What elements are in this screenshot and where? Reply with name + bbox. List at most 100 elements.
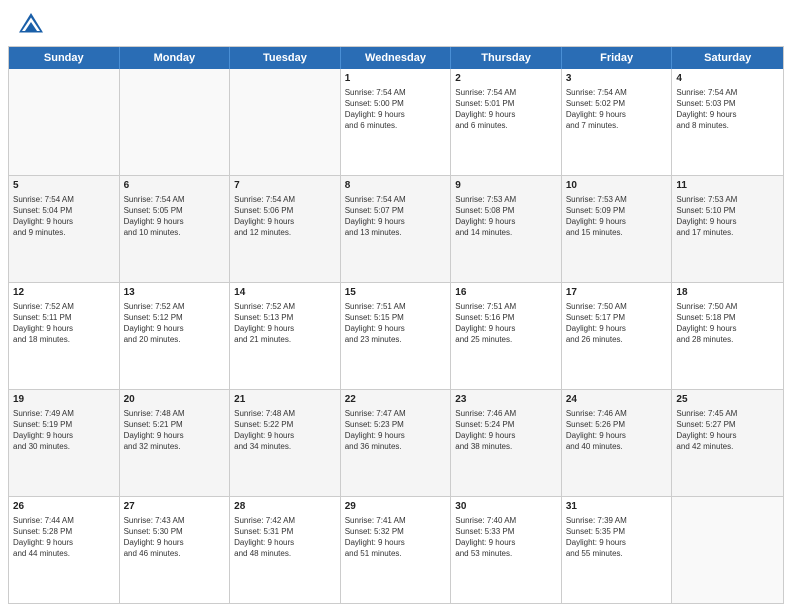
weekday-header-sunday: Sunday — [9, 47, 120, 69]
day-info-19: Sunrise: 7:49 AM Sunset: 5:19 PM Dayligh… — [13, 408, 115, 453]
calendar-header: SundayMondayTuesdayWednesdayThursdayFrid… — [9, 47, 783, 69]
day-cell-10: 10Sunrise: 7:53 AM Sunset: 5:09 PM Dayli… — [562, 176, 673, 282]
day-info-22: Sunrise: 7:47 AM Sunset: 5:23 PM Dayligh… — [345, 408, 447, 453]
logo-icon — [16, 10, 46, 40]
day-info-12: Sunrise: 7:52 AM Sunset: 5:11 PM Dayligh… — [13, 301, 115, 346]
day-info-30: Sunrise: 7:40 AM Sunset: 5:33 PM Dayligh… — [455, 515, 557, 560]
page: SundayMondayTuesdayWednesdayThursdayFrid… — [0, 0, 792, 612]
day-info-24: Sunrise: 7:46 AM Sunset: 5:26 PM Dayligh… — [566, 408, 668, 453]
empty-cell-0-1 — [120, 69, 231, 175]
day-cell-15: 15Sunrise: 7:51 AM Sunset: 5:15 PM Dayli… — [341, 283, 452, 389]
day-cell-23: 23Sunrise: 7:46 AM Sunset: 5:24 PM Dayli… — [451, 390, 562, 496]
day-info-28: Sunrise: 7:42 AM Sunset: 5:31 PM Dayligh… — [234, 515, 336, 560]
day-number-28: 28 — [234, 500, 336, 514]
day-cell-26: 26Sunrise: 7:44 AM Sunset: 5:28 PM Dayli… — [9, 497, 120, 603]
day-info-6: Sunrise: 7:54 AM Sunset: 5:05 PM Dayligh… — [124, 194, 226, 239]
day-info-18: Sunrise: 7:50 AM Sunset: 5:18 PM Dayligh… — [676, 301, 779, 346]
day-cell-24: 24Sunrise: 7:46 AM Sunset: 5:26 PM Dayli… — [562, 390, 673, 496]
day-number-29: 29 — [345, 500, 447, 514]
weekday-header-thursday: Thursday — [451, 47, 562, 69]
day-number-22: 22 — [345, 393, 447, 407]
empty-cell-0-2 — [230, 69, 341, 175]
day-number-15: 15 — [345, 286, 447, 300]
day-cell-21: 21Sunrise: 7:48 AM Sunset: 5:22 PM Dayli… — [230, 390, 341, 496]
day-info-1: Sunrise: 7:54 AM Sunset: 5:00 PM Dayligh… — [345, 87, 447, 132]
day-number-14: 14 — [234, 286, 336, 300]
day-number-25: 25 — [676, 393, 779, 407]
day-info-8: Sunrise: 7:54 AM Sunset: 5:07 PM Dayligh… — [345, 194, 447, 239]
day-number-30: 30 — [455, 500, 557, 514]
day-info-15: Sunrise: 7:51 AM Sunset: 5:15 PM Dayligh… — [345, 301, 447, 346]
day-info-10: Sunrise: 7:53 AM Sunset: 5:09 PM Dayligh… — [566, 194, 668, 239]
calendar-row-4: 19Sunrise: 7:49 AM Sunset: 5:19 PM Dayli… — [9, 390, 783, 497]
day-number-31: 31 — [566, 500, 668, 514]
day-number-21: 21 — [234, 393, 336, 407]
day-cell-9: 9Sunrise: 7:53 AM Sunset: 5:08 PM Daylig… — [451, 176, 562, 282]
day-cell-16: 16Sunrise: 7:51 AM Sunset: 5:16 PM Dayli… — [451, 283, 562, 389]
day-cell-29: 29Sunrise: 7:41 AM Sunset: 5:32 PM Dayli… — [341, 497, 452, 603]
day-number-6: 6 — [124, 179, 226, 193]
day-cell-25: 25Sunrise: 7:45 AM Sunset: 5:27 PM Dayli… — [672, 390, 783, 496]
day-cell-30: 30Sunrise: 7:40 AM Sunset: 5:33 PM Dayli… — [451, 497, 562, 603]
day-number-8: 8 — [345, 179, 447, 193]
day-cell-20: 20Sunrise: 7:48 AM Sunset: 5:21 PM Dayli… — [120, 390, 231, 496]
calendar-row-2: 5Sunrise: 7:54 AM Sunset: 5:04 PM Daylig… — [9, 176, 783, 283]
day-number-27: 27 — [124, 500, 226, 514]
day-number-24: 24 — [566, 393, 668, 407]
day-cell-27: 27Sunrise: 7:43 AM Sunset: 5:30 PM Dayli… — [120, 497, 231, 603]
day-number-2: 2 — [455, 72, 557, 86]
day-cell-13: 13Sunrise: 7:52 AM Sunset: 5:12 PM Dayli… — [120, 283, 231, 389]
day-info-17: Sunrise: 7:50 AM Sunset: 5:17 PM Dayligh… — [566, 301, 668, 346]
day-number-5: 5 — [13, 179, 115, 193]
day-info-2: Sunrise: 7:54 AM Sunset: 5:01 PM Dayligh… — [455, 87, 557, 132]
day-info-11: Sunrise: 7:53 AM Sunset: 5:10 PM Dayligh… — [676, 194, 779, 239]
day-cell-7: 7Sunrise: 7:54 AM Sunset: 5:06 PM Daylig… — [230, 176, 341, 282]
day-info-4: Sunrise: 7:54 AM Sunset: 5:03 PM Dayligh… — [676, 87, 779, 132]
day-info-7: Sunrise: 7:54 AM Sunset: 5:06 PM Dayligh… — [234, 194, 336, 239]
day-number-13: 13 — [124, 286, 226, 300]
day-info-3: Sunrise: 7:54 AM Sunset: 5:02 PM Dayligh… — [566, 87, 668, 132]
day-info-14: Sunrise: 7:52 AM Sunset: 5:13 PM Dayligh… — [234, 301, 336, 346]
day-info-13: Sunrise: 7:52 AM Sunset: 5:12 PM Dayligh… — [124, 301, 226, 346]
day-info-31: Sunrise: 7:39 AM Sunset: 5:35 PM Dayligh… — [566, 515, 668, 560]
day-info-26: Sunrise: 7:44 AM Sunset: 5:28 PM Dayligh… — [13, 515, 115, 560]
day-number-12: 12 — [13, 286, 115, 300]
day-info-5: Sunrise: 7:54 AM Sunset: 5:04 PM Dayligh… — [13, 194, 115, 239]
day-cell-11: 11Sunrise: 7:53 AM Sunset: 5:10 PM Dayli… — [672, 176, 783, 282]
day-number-3: 3 — [566, 72, 668, 86]
day-info-20: Sunrise: 7:48 AM Sunset: 5:21 PM Dayligh… — [124, 408, 226, 453]
day-number-7: 7 — [234, 179, 336, 193]
day-cell-12: 12Sunrise: 7:52 AM Sunset: 5:11 PM Dayli… — [9, 283, 120, 389]
weekday-header-tuesday: Tuesday — [230, 47, 341, 69]
day-cell-8: 8Sunrise: 7:54 AM Sunset: 5:07 PM Daylig… — [341, 176, 452, 282]
day-info-21: Sunrise: 7:48 AM Sunset: 5:22 PM Dayligh… — [234, 408, 336, 453]
calendar-row-3: 12Sunrise: 7:52 AM Sunset: 5:11 PM Dayli… — [9, 283, 783, 390]
day-info-16: Sunrise: 7:51 AM Sunset: 5:16 PM Dayligh… — [455, 301, 557, 346]
weekday-header-monday: Monday — [120, 47, 231, 69]
logo — [16, 10, 50, 40]
day-number-19: 19 — [13, 393, 115, 407]
day-cell-18: 18Sunrise: 7:50 AM Sunset: 5:18 PM Dayli… — [672, 283, 783, 389]
day-number-20: 20 — [124, 393, 226, 407]
day-number-23: 23 — [455, 393, 557, 407]
day-cell-14: 14Sunrise: 7:52 AM Sunset: 5:13 PM Dayli… — [230, 283, 341, 389]
day-cell-28: 28Sunrise: 7:42 AM Sunset: 5:31 PM Dayli… — [230, 497, 341, 603]
day-cell-5: 5Sunrise: 7:54 AM Sunset: 5:04 PM Daylig… — [9, 176, 120, 282]
empty-cell-0-0 — [9, 69, 120, 175]
day-number-4: 4 — [676, 72, 779, 86]
calendar-row-5: 26Sunrise: 7:44 AM Sunset: 5:28 PM Dayli… — [9, 497, 783, 603]
day-number-10: 10 — [566, 179, 668, 193]
day-cell-4: 4Sunrise: 7:54 AM Sunset: 5:03 PM Daylig… — [672, 69, 783, 175]
weekday-header-wednesday: Wednesday — [341, 47, 452, 69]
day-cell-2: 2Sunrise: 7:54 AM Sunset: 5:01 PM Daylig… — [451, 69, 562, 175]
day-number-9: 9 — [455, 179, 557, 193]
header — [0, 0, 792, 46]
day-number-26: 26 — [13, 500, 115, 514]
day-number-11: 11 — [676, 179, 779, 193]
day-cell-17: 17Sunrise: 7:50 AM Sunset: 5:17 PM Dayli… — [562, 283, 673, 389]
day-info-27: Sunrise: 7:43 AM Sunset: 5:30 PM Dayligh… — [124, 515, 226, 560]
calendar: SundayMondayTuesdayWednesdayThursdayFrid… — [8, 46, 784, 604]
weekday-header-friday: Friday — [562, 47, 673, 69]
day-cell-31: 31Sunrise: 7:39 AM Sunset: 5:35 PM Dayli… — [562, 497, 673, 603]
day-cell-19: 19Sunrise: 7:49 AM Sunset: 5:19 PM Dayli… — [9, 390, 120, 496]
